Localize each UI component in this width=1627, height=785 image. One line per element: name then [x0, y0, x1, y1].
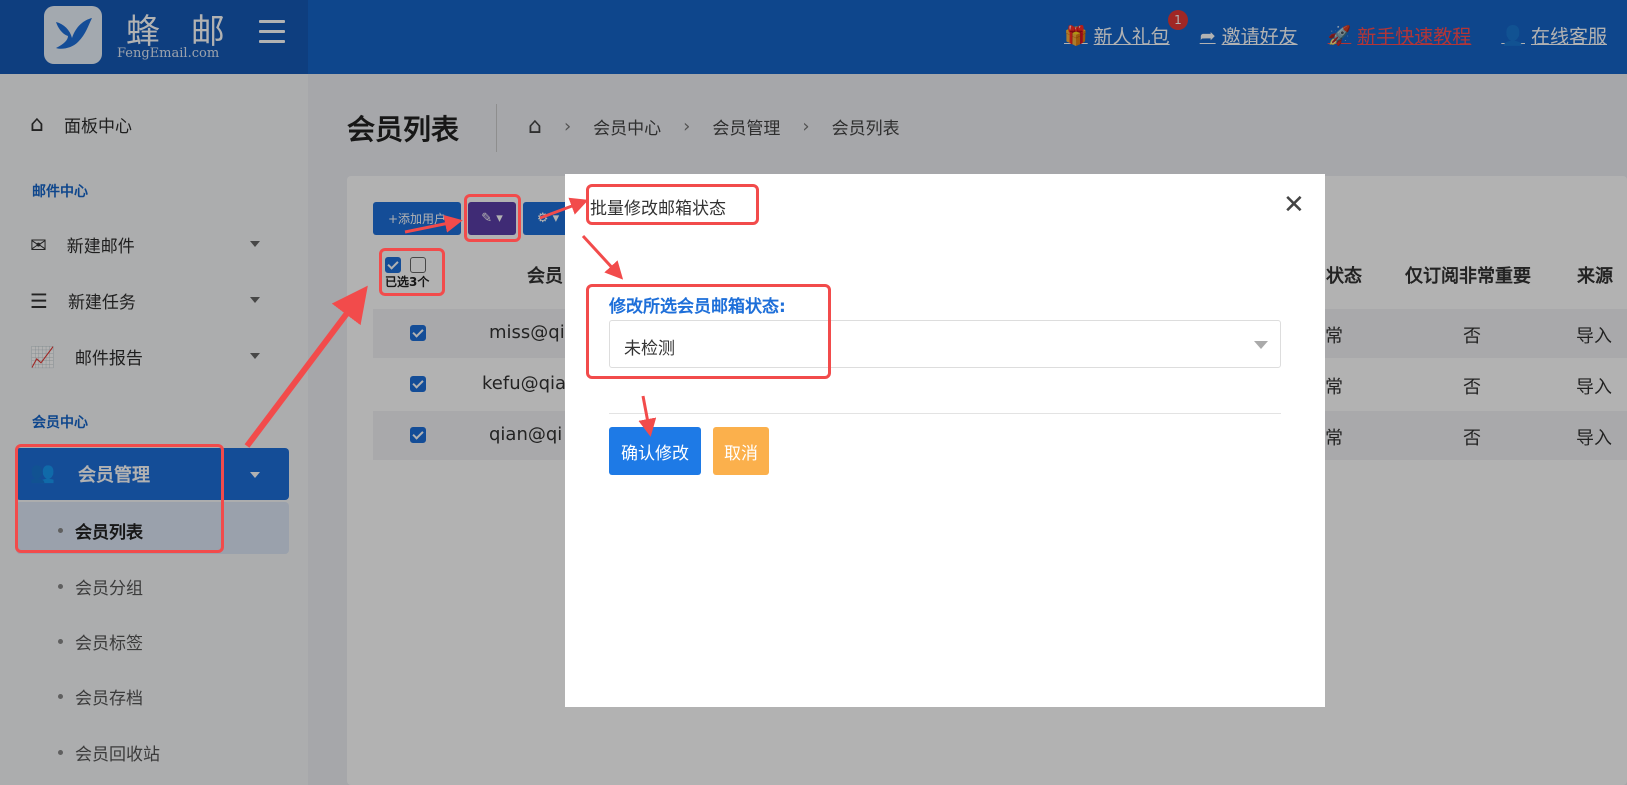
arrow-to-edit [404, 214, 463, 234]
arrow-to-confirm [638, 395, 657, 437]
arrow-sidebar-to-select [244, 285, 368, 448]
annotation-arrows [244, 197, 657, 448]
arrow-to-title [539, 197, 589, 220]
arrow-to-field [581, 234, 624, 280]
